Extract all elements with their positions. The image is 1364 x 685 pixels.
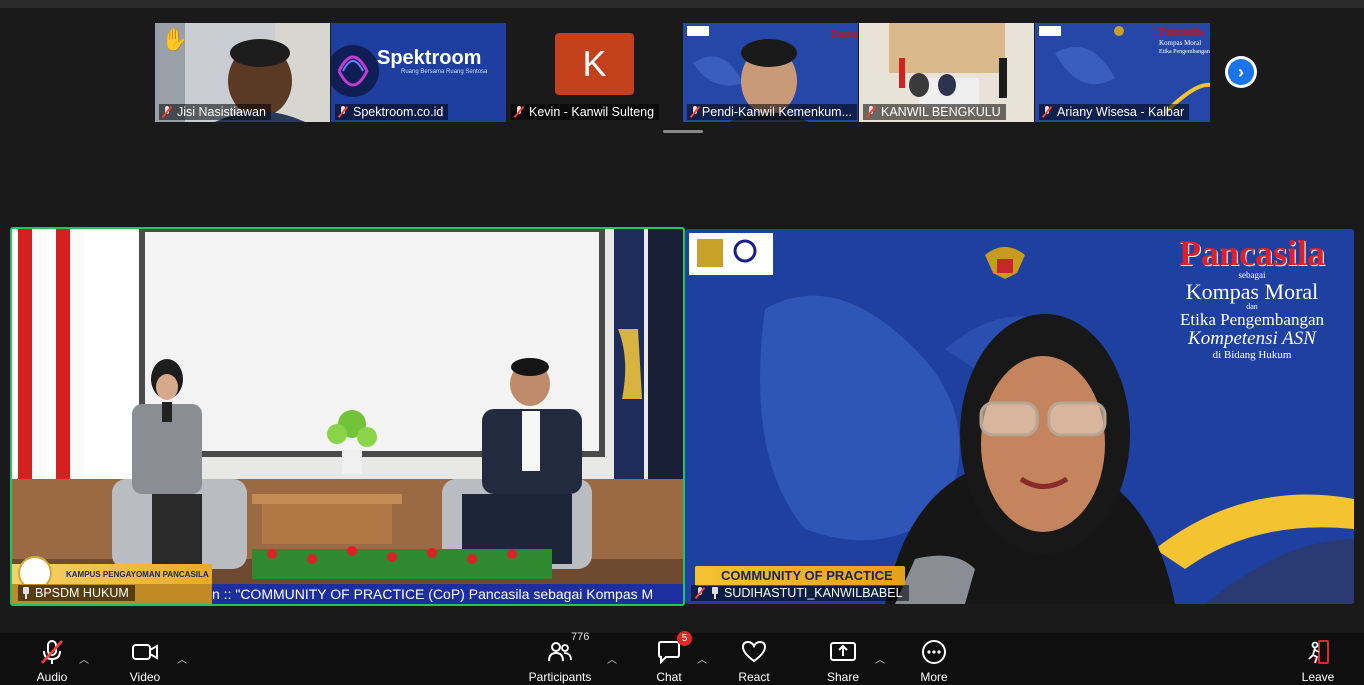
thumbnail-participant[interactable]: Spektroom Ruang Bersama Ruang Sentosa Sp… bbox=[331, 23, 506, 122]
participants-button[interactable]: 776 Participants bbox=[525, 631, 595, 685]
strip-scroll-handle[interactable] bbox=[663, 130, 703, 133]
lower-third-text: KAMPUS PENGAYOMAN PANCASILA bbox=[66, 570, 209, 579]
mic-muted-icon bbox=[337, 106, 349, 118]
participants-count: 776 bbox=[571, 631, 590, 643]
participant-name-tag: Spektroom.co.id bbox=[335, 104, 449, 120]
leave-icon bbox=[1303, 637, 1333, 667]
title-pancasila: Pancasila bbox=[1178, 233, 1325, 273]
chevron-right-icon: › bbox=[1228, 59, 1254, 85]
ticker-text: n :: "COMMUNITY OF PRACTICE (CoP) Pancas… bbox=[212, 586, 654, 602]
participant-name: KANWIL BENGKULU bbox=[881, 105, 1001, 119]
thumbnail-participant[interactable]: Pancasila Pendi-Kanwil Kemenkum... bbox=[683, 23, 858, 122]
video-button[interactable]: Video bbox=[127, 633, 163, 685]
community-banner: COMMUNITY OF PRACTICE bbox=[695, 566, 905, 586]
more-dots-icon bbox=[919, 637, 949, 667]
share-screen-icon bbox=[828, 637, 858, 667]
chevron-up-icon[interactable]: ︿ bbox=[79, 651, 89, 666]
next-page-button[interactable]: › bbox=[1225, 56, 1257, 88]
studio-scene bbox=[12, 229, 683, 604]
svg-text:Kompas Moral: Kompas Moral bbox=[1159, 39, 1201, 47]
participants-icon: 776 bbox=[545, 631, 589, 667]
mic-muted-icon bbox=[1041, 106, 1053, 118]
leave-label: Leave bbox=[1301, 670, 1335, 684]
chat-button[interactable]: 5 Chat bbox=[652, 631, 692, 685]
title-bar bbox=[0, 0, 1364, 8]
avatar: K bbox=[555, 33, 634, 95]
pin-icon bbox=[21, 587, 31, 599]
thumbnail-participant[interactable]: KANWIL BENGKULU bbox=[859, 23, 1034, 122]
mic-muted-icon bbox=[689, 106, 698, 118]
participant-name-tag: Jisi Nasistiawan bbox=[159, 104, 271, 120]
thumbnail-participant[interactable]: ✋ Jisi Nasistiawan bbox=[155, 23, 330, 122]
title-kompetensi: Kompetensi ASN bbox=[1188, 327, 1316, 349]
title-etika: Etika Pengembangan bbox=[1180, 310, 1324, 330]
svg-text:Pancasila: Pancasila bbox=[1159, 26, 1204, 38]
more-button[interactable]: More bbox=[916, 633, 952, 685]
title-bidang-hukum: di Bidang Hukum bbox=[1212, 348, 1292, 361]
audio-label: Audio bbox=[36, 670, 68, 684]
meeting-toolbar: Audio ︿ Video ︿ 776 Participants ︿ 5 Cha… bbox=[0, 631, 1364, 685]
thumbnail-participant[interactable]: Pancasila Kompas Moral Etika Pengembanga… bbox=[1035, 23, 1210, 122]
chevron-up-icon[interactable]: ︿ bbox=[697, 651, 707, 666]
participant-name: Kevin - Kanwil Sulteng bbox=[529, 105, 655, 119]
mic-muted-icon bbox=[37, 637, 67, 667]
spektroom-tagline: Ruang Bersama Ruang Sentosa bbox=[401, 69, 488, 75]
raised-hand-icon: ✋ bbox=[161, 27, 189, 52]
participant-name-tag: Ariany Wisesa - Kalbar bbox=[1039, 104, 1190, 120]
participant-name-tag: Kevin - Kanwil Sulteng bbox=[511, 104, 660, 120]
chat-icon: 5 bbox=[654, 631, 692, 667]
participant-name-tag: KANWIL BENGKULU bbox=[863, 104, 1006, 120]
participant-name: Pendi-Kanwil Kemenkum... bbox=[701, 105, 852, 119]
mic-muted-icon bbox=[865, 106, 877, 118]
main-video-bpsdm[interactable]: KAMPUS PENGAYOMAN PANCASILA n :: "COMMUN… bbox=[10, 227, 685, 606]
svg-text:Pancasila: Pancasila bbox=[831, 29, 858, 40]
pin-icon bbox=[710, 587, 720, 599]
video-label: Video bbox=[129, 670, 161, 684]
participant-name-tag: SUDIHASTUTI_KANWILBABEL bbox=[691, 585, 909, 601]
svg-text:Etika Pengembangan: Etika Pengembangan bbox=[1159, 49, 1210, 55]
chat-label: Chat bbox=[656, 670, 682, 684]
camera-icon bbox=[130, 637, 160, 667]
react-label: React bbox=[738, 670, 770, 684]
participant-name-tag: Pendi-Kanwil Kemenkum... bbox=[687, 104, 857, 120]
event-title: Pancasila sebagai Kompas Moral dan Etika… bbox=[1162, 235, 1342, 362]
participant-name: BPSDM HUKUM bbox=[35, 586, 129, 600]
participant-name: Ariany Wisesa - Kalbar bbox=[1057, 105, 1185, 119]
mic-muted-icon bbox=[513, 106, 525, 118]
title-kompas-moral: Kompas Moral bbox=[1185, 279, 1319, 304]
meeting-window: ✋ Jisi Nasistiawan Spektroom Ruang Bersa… bbox=[0, 0, 1364, 685]
participant-name: SUDIHASTUTI_KANWILBABEL bbox=[724, 586, 903, 600]
share-label: Share bbox=[826, 670, 860, 684]
thumbnail-participant[interactable]: K Kevin - Kanwil Sulteng bbox=[507, 23, 682, 122]
chevron-up-icon[interactable]: ︿ bbox=[875, 651, 885, 666]
more-label: More bbox=[920, 670, 948, 684]
audio-button[interactable]: Audio bbox=[34, 633, 70, 685]
participant-name: Spektroom.co.id bbox=[353, 105, 444, 119]
participant-name: Jisi Nasistiawan bbox=[177, 105, 266, 119]
chevron-up-icon[interactable]: ︿ bbox=[607, 651, 617, 666]
share-button[interactable]: Share bbox=[824, 633, 862, 685]
participant-name-tag: BPSDM HUKUM bbox=[18, 585, 135, 601]
react-button[interactable]: React bbox=[735, 633, 773, 685]
participants-label: Participants bbox=[528, 670, 592, 684]
chat-badge: 5 bbox=[677, 631, 692, 646]
heart-icon bbox=[739, 637, 769, 667]
mic-muted-icon bbox=[694, 587, 706, 599]
mic-muted-icon bbox=[161, 106, 173, 118]
main-video-speaker[interactable]: Pancasila sebagai Kompas Moral dan Etika… bbox=[685, 229, 1354, 604]
spektroom-logo-text: Spektroom bbox=[377, 47, 482, 69]
chevron-up-icon[interactable]: ︿ bbox=[177, 651, 187, 666]
leave-button[interactable]: Leave bbox=[1300, 633, 1336, 685]
